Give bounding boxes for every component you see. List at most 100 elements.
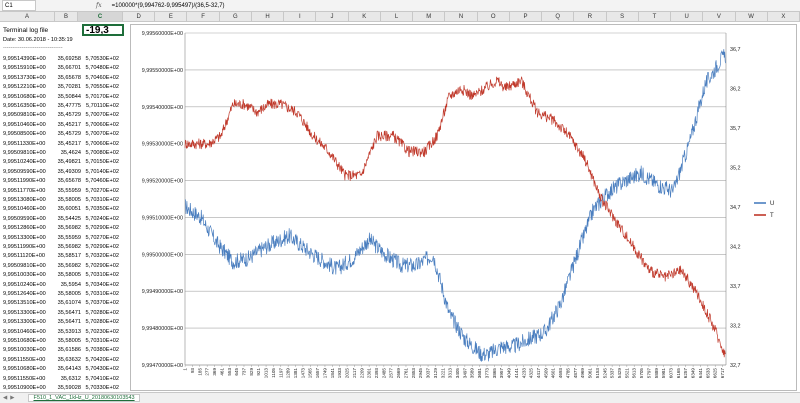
table-cell[interactable]: 35,54425 bbox=[53, 216, 81, 222]
table-cell[interactable]: 35,66701 bbox=[53, 65, 81, 71]
table-cell[interactable]: 9,99513300E+00 bbox=[3, 310, 53, 316]
table-row[interactable]: 9,99510240E+00 35,5954 5,70340E+02 bbox=[3, 282, 119, 291]
table-cell[interactable]: 35,58005 bbox=[53, 338, 81, 344]
table-cell[interactable]: 35,56982 bbox=[53, 244, 81, 250]
table-cell[interactable]: 9,99509590E+00 bbox=[3, 216, 53, 222]
table-cell[interactable]: 5,70370E+02 bbox=[81, 300, 119, 306]
table-cell[interactable]: 5,70420E+02 bbox=[81, 357, 119, 363]
column-header-j[interactable]: J bbox=[316, 12, 349, 22]
table-row[interactable]: 9,99509810E+00 35,56982 5,70290E+02 bbox=[3, 263, 119, 272]
table-cell[interactable]: 35,58005 bbox=[53, 197, 81, 203]
table-row[interactable]: 9,99511550E+00 35,6312 5,70410E+02 bbox=[3, 376, 119, 385]
table-cell[interactable]: 9,99511550E+00 bbox=[3, 376, 53, 382]
table-cell[interactable]: 35,45217 bbox=[53, 141, 81, 147]
sheet-tab[interactable]: F510_1_VAC_1kHz_U_20180630103543 bbox=[28, 394, 140, 402]
table-cell[interactable]: 9,99508500E+00 bbox=[3, 131, 53, 137]
column-header-e[interactable]: E bbox=[155, 12, 188, 22]
table-cell[interactable]: 9,99513730E+00 bbox=[3, 75, 53, 81]
table-cell[interactable]: 5,70060E+02 bbox=[81, 122, 119, 128]
table-cell[interactable]: 9,99510240E+00 bbox=[3, 159, 53, 165]
table-cell[interactable]: 5,70290E+02 bbox=[81, 244, 119, 250]
table-cell[interactable]: 5,70230E+02 bbox=[81, 329, 119, 335]
column-header-b[interactable]: B bbox=[55, 12, 78, 22]
table-row[interactable]: 9,99515910E+00 35,66701 5,70480E+02 bbox=[3, 65, 119, 74]
table-cell[interactable]: 5,70310E+02 bbox=[81, 197, 119, 203]
table-cell[interactable]: 35,50844 bbox=[53, 94, 81, 100]
table-cell[interactable]: 35,45217 bbox=[53, 122, 81, 128]
table-cell[interactable]: 5,70430E+02 bbox=[81, 366, 119, 372]
table-cell[interactable]: 9,99515910E+00 bbox=[3, 65, 53, 71]
table-cell[interactable]: 35,49309 bbox=[53, 169, 81, 175]
table-cell[interactable]: 9,99510030E+00 bbox=[3, 272, 53, 278]
table-row[interactable]: 9,99510460E+00 35,53913 5,70230E+02 bbox=[3, 329, 119, 338]
table-row[interactable]: 9,99508500E+00 35,45729 5,70070E+02 bbox=[3, 131, 119, 140]
column-header-w[interactable]: W bbox=[735, 12, 768, 22]
table-row[interactable]: 9,99514390E+00 35,69258 5,70530E+02 bbox=[3, 56, 119, 65]
table-cell[interactable]: 5,70110E+02 bbox=[81, 103, 119, 109]
column-header-s[interactable]: S bbox=[606, 12, 639, 22]
table-cell[interactable]: 5,70550E+02 bbox=[81, 84, 119, 90]
table-cell[interactable]: 35,65678 bbox=[53, 75, 81, 81]
fx-icon[interactable]: fx bbox=[96, 2, 102, 9]
column-header-h[interactable]: H bbox=[251, 12, 285, 22]
table-cell[interactable]: 35,60051 bbox=[53, 206, 81, 212]
table-cell[interactable]: 35,65678 bbox=[53, 178, 81, 184]
log-title[interactable]: Terminal log file bbox=[3, 27, 48, 36]
table-cell[interactable]: 5,70480E+02 bbox=[81, 65, 119, 71]
table-row[interactable]: 9,99513510E+00 35,61074 5,70370E+02 bbox=[3, 300, 119, 309]
table-row[interactable]: 9,99511990E+00 35,56982 5,70290E+02 bbox=[3, 244, 119, 253]
table-row[interactable]: 9,99511550E+00 35,63632 5,70420E+02 bbox=[3, 357, 119, 366]
table-cell[interactable]: 35,5954 bbox=[53, 282, 81, 288]
table-cell[interactable]: 9,99510680E+00 bbox=[3, 366, 53, 372]
sheet-grid[interactable]: Terminal log file Date: 30.06.2018 - 10:… bbox=[0, 23, 130, 392]
table-row[interactable]: 9,99510460E+00 35,45217 5,70060E+02 bbox=[3, 122, 119, 131]
table-cell[interactable]: 5,70280E+02 bbox=[81, 310, 119, 316]
table-cell[interactable]: 9,99511990E+00 bbox=[3, 178, 53, 184]
table-cell[interactable]: 5,70310E+02 bbox=[81, 338, 119, 344]
table-cell[interactable]: 9,99509810E+00 bbox=[3, 112, 53, 118]
table-cell[interactable]: 9,99516350E+00 bbox=[3, 103, 53, 109]
table-cell[interactable]: 9,99510030E+00 bbox=[3, 347, 53, 353]
tab-nav-next-icon[interactable]: ▶ bbox=[10, 395, 14, 401]
table-row[interactable]: 9,99511330E+00 35,45217 5,70060E+02 bbox=[3, 141, 119, 150]
table-cell[interactable]: 5,70330E+02 bbox=[81, 385, 119, 391]
table-row[interactable]: 9,99509810E+00 35,45729 5,70070E+02 bbox=[3, 112, 119, 121]
table-row[interactable]: 9,99509590E+00 35,49309 5,70140E+02 bbox=[3, 169, 119, 178]
table-cell[interactable]: 35,53913 bbox=[53, 329, 81, 335]
table-cell[interactable]: 9,99510680E+00 bbox=[3, 338, 53, 344]
table-cell[interactable]: 35,58517 bbox=[53, 253, 81, 259]
table-cell[interactable]: 9,99513300E+00 bbox=[3, 319, 53, 325]
table-row[interactable]: 9,99513300E+00 35,56471 5,70280E+02 bbox=[3, 310, 119, 319]
table-cell[interactable]: 9,99511990E+00 bbox=[3, 244, 53, 250]
column-header-k[interactable]: K bbox=[348, 12, 381, 22]
table-cell[interactable]: 35,61586 bbox=[53, 347, 81, 353]
column-header-v[interactable]: V bbox=[703, 12, 736, 22]
table-cell[interactable]: 5,70280E+02 bbox=[81, 319, 119, 325]
table-row[interactable]: 9,99510030E+00 35,58005 5,70310E+02 bbox=[3, 272, 119, 281]
table-cell[interactable]: 9,99509810E+00 bbox=[3, 150, 53, 156]
column-header-p[interactable]: P bbox=[509, 12, 543, 22]
table-cell[interactable]: 9,99510240E+00 bbox=[3, 282, 53, 288]
table-cell[interactable]: 35,59028 bbox=[53, 385, 81, 391]
table-row[interactable]: 9,99509810E+00 35,4624 5,70080E+02 bbox=[3, 150, 119, 159]
table-cell[interactable]: 35,69258 bbox=[53, 56, 81, 62]
table-cell[interactable]: 5,70170E+02 bbox=[81, 94, 119, 100]
table-cell[interactable]: 9,99512210E+00 bbox=[3, 84, 53, 90]
column-header-m[interactable]: M bbox=[413, 12, 446, 22]
table-cell[interactable]: 5,70290E+02 bbox=[81, 225, 119, 231]
table-cell[interactable]: 9,99510460E+00 bbox=[3, 329, 53, 335]
table-row[interactable]: 9,99510240E+00 35,49821 5,70150E+02 bbox=[3, 159, 119, 168]
name-box[interactable]: C1 bbox=[2, 0, 36, 11]
table-cell[interactable]: 9,99510460E+00 bbox=[3, 122, 53, 128]
table-cell[interactable]: 5,70320E+02 bbox=[81, 253, 119, 259]
table-cell[interactable]: 35,70281 bbox=[53, 84, 81, 90]
table-cell[interactable]: 5,70070E+02 bbox=[81, 112, 119, 118]
table-row[interactable]: 9,99511770E+00 35,55959 5,70270E+02 bbox=[3, 188, 119, 197]
table-cell[interactable]: 35,56471 bbox=[53, 319, 81, 325]
table-cell[interactable]: 5,70340E+02 bbox=[81, 282, 119, 288]
table-cell[interactable]: 5,70270E+02 bbox=[81, 235, 119, 241]
table-cell[interactable]: 5,70070E+02 bbox=[81, 131, 119, 137]
table-cell[interactable]: 35,6312 bbox=[53, 376, 81, 382]
table-cell[interactable]: 5,70150E+02 bbox=[81, 159, 119, 165]
table-cell[interactable]: 5,70310E+02 bbox=[81, 272, 119, 278]
